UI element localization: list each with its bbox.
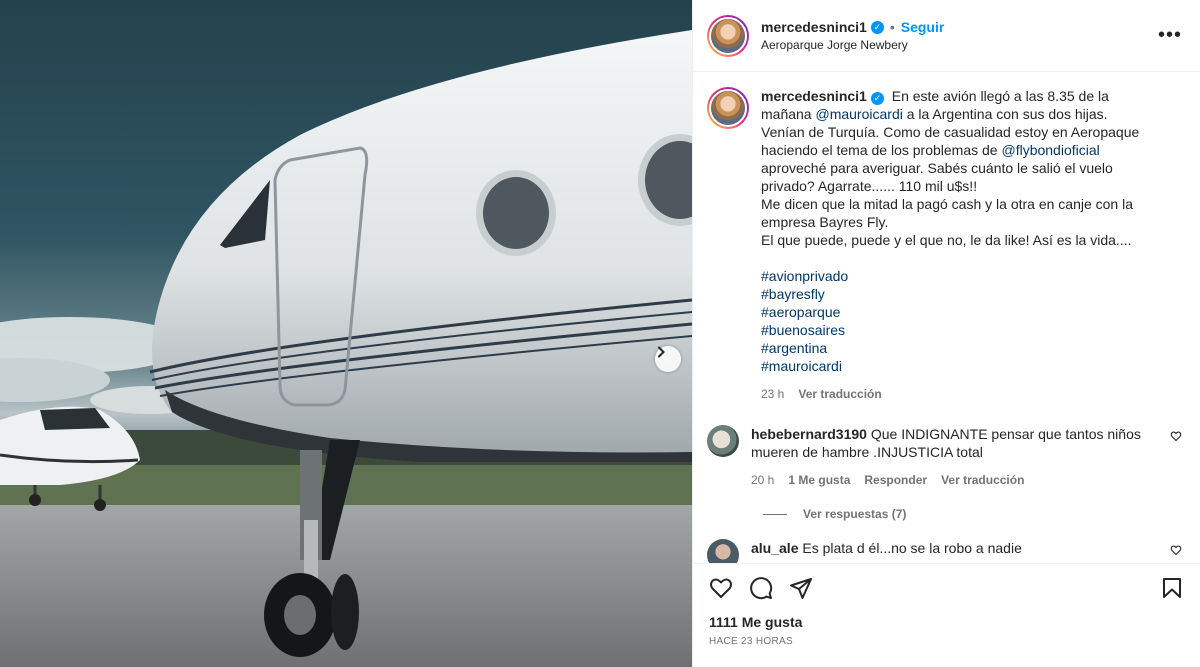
follow-button[interactable]: Seguir xyxy=(901,19,945,35)
commenter-avatar[interactable] xyxy=(707,425,739,457)
hashtag-link[interactable]: #mauroicardi xyxy=(761,357,1151,375)
hashtag-link[interactable]: #bayresfly xyxy=(761,285,1151,303)
comment-icon[interactable] xyxy=(749,576,773,600)
comment-text: Es plata d él...no se la robo a nadie xyxy=(802,540,1022,556)
comments-section[interactable]: mercedesninci1 ✓ En este avión llegó a la… xyxy=(693,73,1200,563)
next-image-button[interactable] xyxy=(655,346,681,372)
comment-username[interactable]: hebebernard3190 xyxy=(751,426,867,442)
hashtag-link[interactable]: #avionprivado xyxy=(761,267,1151,285)
mention-link[interactable]: @flybondioficial xyxy=(1001,142,1099,158)
save-icon[interactable] xyxy=(1160,576,1184,600)
verified-icon: ✓ xyxy=(870,91,884,105)
more-options-icon[interactable]: ••• xyxy=(1158,25,1182,45)
heart-icon[interactable] xyxy=(709,576,733,600)
caption-avatar[interactable] xyxy=(707,87,749,129)
author-username[interactable]: mercedesninci1 xyxy=(761,19,867,35)
reply-button[interactable]: Responder xyxy=(864,471,927,489)
separator-dot: • xyxy=(889,19,895,35)
translate-button[interactable]: Ver traducción xyxy=(798,385,881,403)
private-jet-photo xyxy=(0,30,692,667)
view-replies-label: Ver respuestas (7) xyxy=(803,507,907,521)
post-header: mercedesninci1 ✓ • Seguir Aeroparque Jor… xyxy=(693,0,1200,72)
post-location[interactable]: Aeroparque Jorge Newbery xyxy=(761,38,944,52)
author-avatar[interactable] xyxy=(707,14,749,57)
caption-time[interactable]: 23 h xyxy=(761,385,784,403)
hashtag-link[interactable]: #buenosaires xyxy=(761,321,1151,339)
caption-text: El que puede, puede y el que no, le da l… xyxy=(761,232,1132,248)
caption-text: Me dicen que la mitad la pagó cash y la … xyxy=(761,196,1134,230)
replies-divider xyxy=(763,513,787,515)
hashtag-link[interactable]: #aeroparque xyxy=(761,303,1151,321)
post-image[interactable] xyxy=(0,0,692,667)
translate-button[interactable]: Ver traducción xyxy=(941,471,1024,489)
chevron-right-icon xyxy=(658,346,665,358)
verified-icon: ✓ xyxy=(870,20,884,34)
comment-likes[interactable]: 1 Me gusta xyxy=(788,471,850,489)
like-comment-heart-icon[interactable] xyxy=(1170,429,1182,445)
post-timestamp[interactable]: HACE 23 HORAS xyxy=(709,636,1184,647)
post-caption: mercedesninci1 ✓ En este avión llegó a la… xyxy=(707,87,1184,403)
caption-username[interactable]: mercedesninci1 xyxy=(761,88,867,104)
view-replies-button[interactable]: Ver respuestas (7) xyxy=(763,507,1184,521)
likes-count[interactable]: 1111 Me gusta xyxy=(709,614,1184,630)
post-side-panel: mercedesninci1 ✓ • Seguir Aeroparque Jor… xyxy=(692,0,1200,667)
comment-time[interactable]: 20 h xyxy=(751,471,774,489)
hashtag-link[interactable]: #argentina xyxy=(761,339,1151,357)
caption-text: aproveché para averiguar. Sabés cuánto l… xyxy=(761,160,1113,194)
commenter-avatar[interactable] xyxy=(707,539,739,563)
mention-link[interactable]: @mauroicardi xyxy=(815,106,902,122)
post-actions: 1111 Me gusta HACE 23 HORAS xyxy=(693,563,1200,667)
like-comment-heart-icon[interactable] xyxy=(1170,543,1182,559)
comment-item: alu_ale Es plata d él...no se la robo a … xyxy=(707,539,1184,563)
comment-username[interactable]: alu_ale xyxy=(751,540,798,556)
share-icon[interactable] xyxy=(789,576,813,600)
comment-item: hebebernard3190 Que INDIGNANTE pensar qu… xyxy=(707,425,1184,489)
